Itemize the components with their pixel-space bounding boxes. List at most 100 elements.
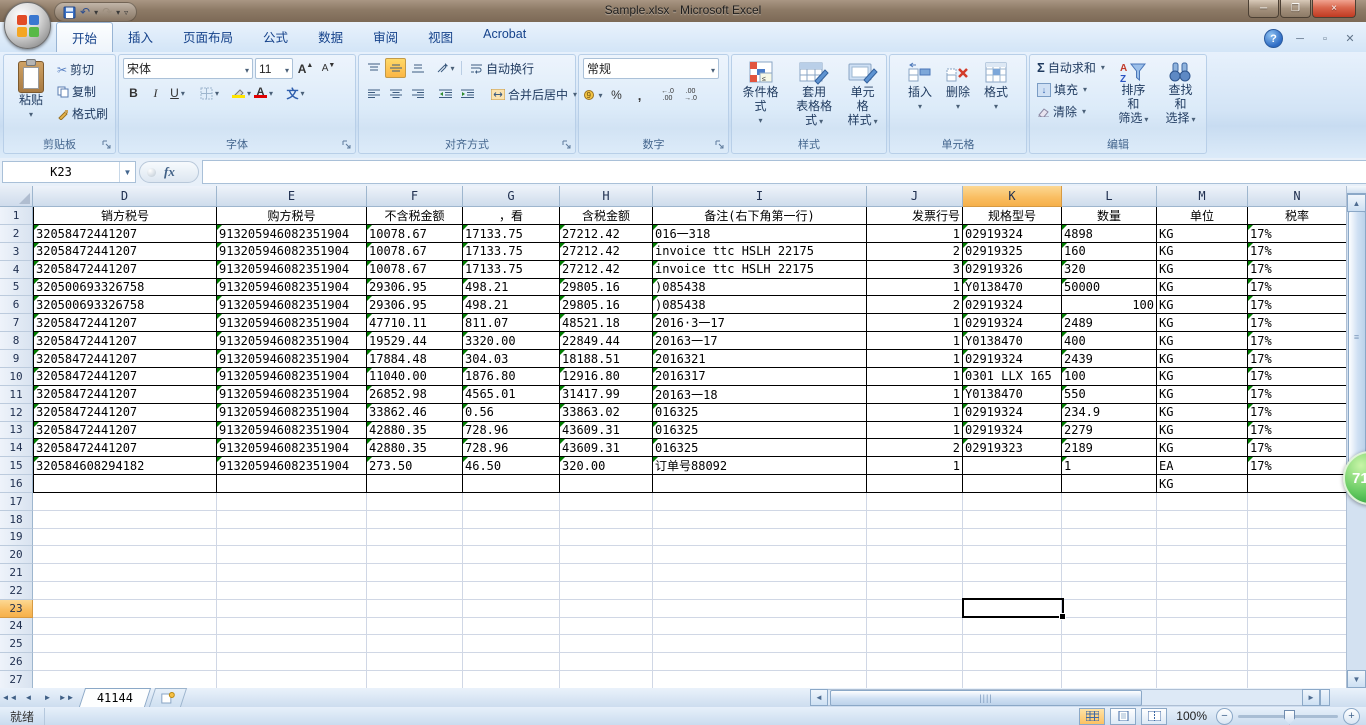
tab-formulas[interactable]: 公式 [248,22,303,52]
cell-H1[interactable]: 含税金额 [560,207,653,225]
cell-G27[interactable] [463,671,560,688]
cell-I12[interactable]: 016325 [653,404,867,422]
cell-K10[interactable]: 0301 LLX 165 [963,368,1062,386]
cell-G14[interactable]: 728.96 [463,439,560,457]
column-header-H[interactable]: H [560,186,653,207]
cell-I14[interactable]: 016325 [653,439,867,457]
row-header-4[interactable]: 4 [0,261,33,279]
vertical-scrollbar[interactable]: ▲ ≡ ▼ [1346,186,1366,688]
cell-J27[interactable] [867,671,963,688]
zoom-in-icon[interactable]: + [1343,708,1360,725]
align-left-button[interactable] [363,84,384,104]
cell-J7[interactable]: 1 [867,314,963,332]
cell-E12[interactable]: 913205946082351904 [217,404,367,422]
cell-F13[interactable]: 42880.35 [367,422,463,440]
cell-N23[interactable] [1248,600,1347,618]
row-header-23[interactable]: 23 [0,600,33,618]
cell-H24[interactable] [560,618,653,636]
first-sheet-icon[interactable]: ◄◄ [1,690,18,705]
align-center-button[interactable] [385,84,406,104]
cell-J14[interactable]: 2 [867,439,963,457]
cell-M2[interactable]: KG [1157,225,1248,243]
cell-K13[interactable]: 02919324 [963,422,1062,440]
row-header-8[interactable]: 8 [0,332,33,350]
cell-K25[interactable] [963,635,1062,653]
cell-D25[interactable] [33,635,217,653]
row-header-13[interactable]: 13 [0,422,33,440]
horizontal-scrollbar[interactable]: ◄ |||| ► [810,690,1330,705]
cell-L18[interactable] [1062,511,1157,529]
autosum-button[interactable]: Σ自动求和 [1034,58,1108,77]
grow-font-button[interactable]: A▲ [295,59,316,79]
cell-H6[interactable]: 29805.16 [560,296,653,314]
number-dialog-launcher-icon[interactable] [715,140,726,151]
cell-G2[interactable]: 17133.75 [463,225,560,243]
row-header-1[interactable]: 1 [0,207,33,225]
cell-I26[interactable] [653,653,867,671]
cell-L4[interactable]: 320 [1062,261,1157,279]
cell-H13[interactable]: 43609.31 [560,422,653,440]
cell-L21[interactable] [1062,564,1157,582]
office-button[interactable] [4,2,51,49]
cell-I18[interactable] [653,511,867,529]
cell-H11[interactable]: 31417.99 [560,386,653,404]
font-name-select[interactable]: 宋体 [123,58,253,79]
cell-I23[interactable] [653,600,867,618]
cell-I15[interactable]: 订单号88092 [653,457,867,475]
cell-N19[interactable] [1248,529,1347,547]
cell-E1[interactable]: 购方税号 [217,207,367,225]
cell-H15[interactable]: 320.00 [560,457,653,475]
zoom-slider[interactable] [1238,715,1338,718]
cell-I19[interactable] [653,529,867,547]
cell-M3[interactable]: KG [1157,243,1248,261]
tab-insert[interactable]: 插入 [113,22,168,52]
cell-H7[interactable]: 48521.18 [560,314,653,332]
conditional-formatting-button[interactable]: ≤ 条件格式 [736,58,785,136]
cell-J24[interactable] [867,618,963,636]
cell-F22[interactable] [367,582,463,600]
cell-E17[interactable] [217,493,367,511]
cell-I16[interactable] [653,475,867,493]
cell-J2[interactable]: 1 [867,225,963,243]
cell-G11[interactable]: 4565.01 [463,386,560,404]
cell-D7[interactable]: 32058472441207 [33,314,217,332]
cell-J16[interactable] [867,475,963,493]
cell-G17[interactable] [463,493,560,511]
tab-home[interactable]: 开始 [56,22,113,53]
cell-E18[interactable] [217,511,367,529]
row-header-2[interactable]: 2 [0,225,33,243]
cell-M12[interactable]: KG [1157,404,1248,422]
cell-E7[interactable]: 913205946082351904 [217,314,367,332]
cell-D6[interactable]: 320500693326758 [33,296,217,314]
cell-K19[interactable] [963,529,1062,547]
cell-H5[interactable]: 29805.16 [560,279,653,297]
previous-sheet-icon[interactable]: ◄ [20,690,37,705]
select-all-corner[interactable] [0,186,33,207]
cell-L11[interactable]: 550 [1062,386,1157,404]
cell-D24[interactable] [33,618,217,636]
cell-N16[interactable] [1248,475,1347,493]
cell-M18[interactable] [1157,511,1248,529]
cell-F10[interactable]: 11040.00 [367,368,463,386]
cell-E15[interactable]: 913205946082351904 [217,457,367,475]
cell-D17[interactable] [33,493,217,511]
cell-K12[interactable]: 02919324 [963,404,1062,422]
cell-J26[interactable] [867,653,963,671]
cell-I2[interactable]: 016一318 [653,225,867,243]
row-header-12[interactable]: 12 [0,404,33,422]
column-header-N[interactable]: N [1248,186,1347,207]
cell-K3[interactable]: 02919325 [963,243,1062,261]
cell-G16[interactable] [463,475,560,493]
cell-L19[interactable] [1062,529,1157,547]
cell-D10[interactable]: 32058472441207 [33,368,217,386]
cell-K1[interactable]: 规格型号 [963,207,1062,225]
tab-split-handle[interactable] [1320,689,1330,706]
cell-J10[interactable]: 1 [867,368,963,386]
row-header-19[interactable]: 19 [0,529,33,547]
zoom-out-icon[interactable]: − [1216,708,1233,725]
cell-H23[interactable] [560,600,653,618]
cell-G5[interactable]: 498.21 [463,279,560,297]
cell-F8[interactable]: 19529.44 [367,332,463,350]
cell-N5[interactable]: 17% [1248,279,1347,297]
cell-I20[interactable] [653,546,867,564]
